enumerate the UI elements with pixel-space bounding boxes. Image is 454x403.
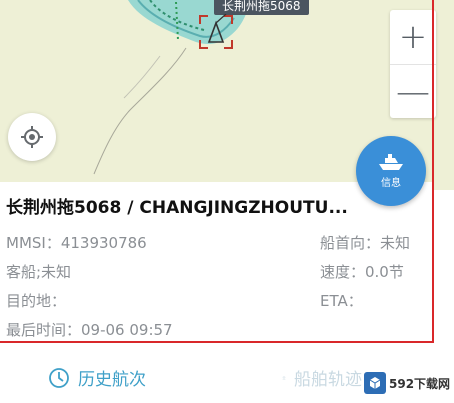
- selection-frame-edge: [432, 0, 434, 182]
- ship-info-panel: 长荆州拖5068 / CHANGJINGZHOUTU... MMSI：41393…: [0, 182, 434, 343]
- ship-icon: [379, 154, 403, 170]
- speed-value: 速度：0.0节: [320, 263, 404, 281]
- mmsi-value: MMSI：413930786: [6, 234, 147, 252]
- info-button[interactable]: 信息: [356, 136, 426, 206]
- tab-history-voyage[interactable]: 历史航次: [48, 365, 146, 390]
- ship-type-value: 客船;未知: [6, 263, 72, 281]
- ship-marker-icon[interactable]: [198, 14, 234, 50]
- ship-title: 长荆州拖5068 / CHANGJINGZHOUTU...: [6, 198, 348, 218]
- watermark-text: 592下载网: [389, 376, 451, 391]
- zoom-control: + —: [390, 10, 436, 118]
- zoom-in-button[interactable]: +: [390, 10, 436, 64]
- tab-ship-track[interactable]: 船舶轨迹: [282, 365, 362, 390]
- route-pin-icon: [282, 375, 286, 380]
- ship-name-tag[interactable]: 长荆州拖5068: [214, 0, 309, 15]
- eta-value: ETA：: [320, 292, 363, 310]
- destination-value: 目的地：: [6, 292, 67, 310]
- site-watermark: 592下载网: [364, 363, 454, 403]
- info-button-label: 信息: [381, 178, 401, 189]
- clock-icon: [49, 367, 69, 388]
- watermark-logo: [364, 372, 386, 394]
- tab-history-label: 历史航次: [78, 370, 146, 390]
- tab-track-label: 船舶轨迹: [294, 370, 362, 390]
- heading-value: 船首向：未知: [320, 234, 411, 252]
- locate-button[interactable]: [8, 113, 56, 161]
- crosshair-icon: [21, 126, 43, 148]
- zoom-out-button[interactable]: —: [390, 64, 436, 118]
- last-time-value: 最后时间：09-06 09:57: [6, 321, 173, 339]
- cube-icon: [369, 377, 381, 389]
